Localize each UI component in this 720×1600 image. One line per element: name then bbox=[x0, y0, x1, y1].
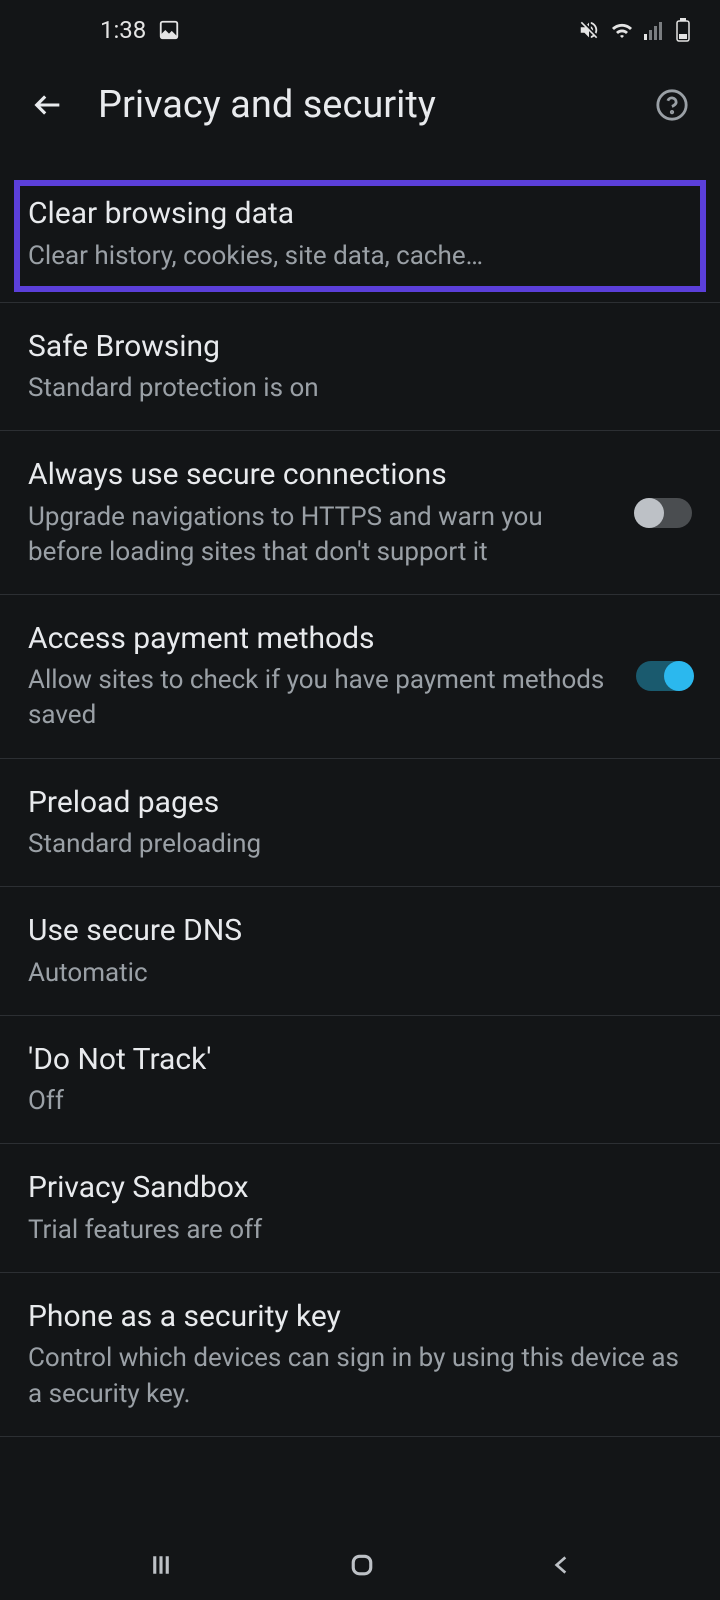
row-subtitle: Upgrade navigations to HTTPS and warn yo… bbox=[28, 500, 616, 570]
signal-icon bbox=[644, 20, 666, 40]
status-right bbox=[578, 18, 690, 42]
row-title: Always use secure connections bbox=[28, 455, 616, 496]
privacy-sandbox-row[interactable]: Privacy Sandbox Trial features are off bbox=[0, 1144, 720, 1273]
header: Privacy and security bbox=[0, 60, 720, 150]
back-nav-icon[interactable] bbox=[548, 1550, 574, 1580]
mute-icon bbox=[578, 19, 600, 41]
help-icon[interactable] bbox=[652, 85, 692, 125]
row-title: Access payment methods bbox=[28, 619, 616, 660]
secure-dns-row[interactable]: Use secure DNS Automatic bbox=[0, 887, 720, 1016]
battery-icon bbox=[676, 18, 690, 42]
do-not-track-row[interactable]: 'Do Not Track' Off bbox=[0, 1016, 720, 1145]
row-subtitle: Allow sites to check if you have payment… bbox=[28, 663, 616, 733]
status-bar: 1:38 bbox=[0, 0, 720, 60]
page-title: Privacy and security bbox=[98, 83, 622, 127]
status-left: 1:38 bbox=[100, 16, 180, 44]
settings-list: Clear browsing data Clear history, cooki… bbox=[0, 150, 720, 1437]
row-subtitle: Standard preloading bbox=[28, 827, 692, 862]
row-subtitle: Standard protection is on bbox=[28, 371, 692, 406]
row-title: Preload pages bbox=[28, 783, 692, 824]
clear-browsing-data-row[interactable]: Clear browsing data Clear history, cooki… bbox=[14, 180, 706, 292]
secure-connections-toggle[interactable] bbox=[636, 498, 692, 528]
row-title: Phone as a security key bbox=[28, 1297, 692, 1338]
secure-connections-row[interactable]: Always use secure connections Upgrade na… bbox=[0, 431, 720, 595]
back-icon[interactable] bbox=[28, 85, 68, 125]
toggle-knob bbox=[664, 661, 694, 691]
preload-pages-row[interactable]: Preload pages Standard preloading bbox=[0, 759, 720, 888]
row-title: Privacy Sandbox bbox=[28, 1168, 692, 1209]
recents-icon[interactable] bbox=[146, 1550, 176, 1580]
status-time: 1:38 bbox=[100, 16, 146, 44]
row-title: Safe Browsing bbox=[28, 327, 692, 368]
row-subtitle: Clear history, cookies, site data, cache… bbox=[28, 239, 692, 274]
row-subtitle: Off bbox=[28, 1084, 692, 1119]
home-icon[interactable] bbox=[347, 1550, 377, 1580]
toggle-knob bbox=[634, 498, 664, 528]
row-title: Clear browsing data bbox=[28, 194, 692, 235]
wifi-icon bbox=[610, 20, 634, 40]
payment-methods-row[interactable]: Access payment methods Allow sites to ch… bbox=[0, 595, 720, 759]
payment-methods-toggle[interactable] bbox=[636, 661, 692, 691]
row-subtitle: Trial features are off bbox=[28, 1213, 692, 1248]
image-icon bbox=[158, 19, 180, 41]
row-subtitle: Control which devices can sign in by usi… bbox=[28, 1341, 692, 1411]
row-title: 'Do Not Track' bbox=[28, 1040, 692, 1081]
safe-browsing-row[interactable]: Safe Browsing Standard protection is on bbox=[0, 302, 720, 432]
row-title: Use secure DNS bbox=[28, 911, 692, 952]
nav-bar bbox=[0, 1530, 720, 1600]
phone-security-key-row[interactable]: Phone as a security key Control which de… bbox=[0, 1273, 720, 1437]
row-subtitle: Automatic bbox=[28, 956, 692, 991]
